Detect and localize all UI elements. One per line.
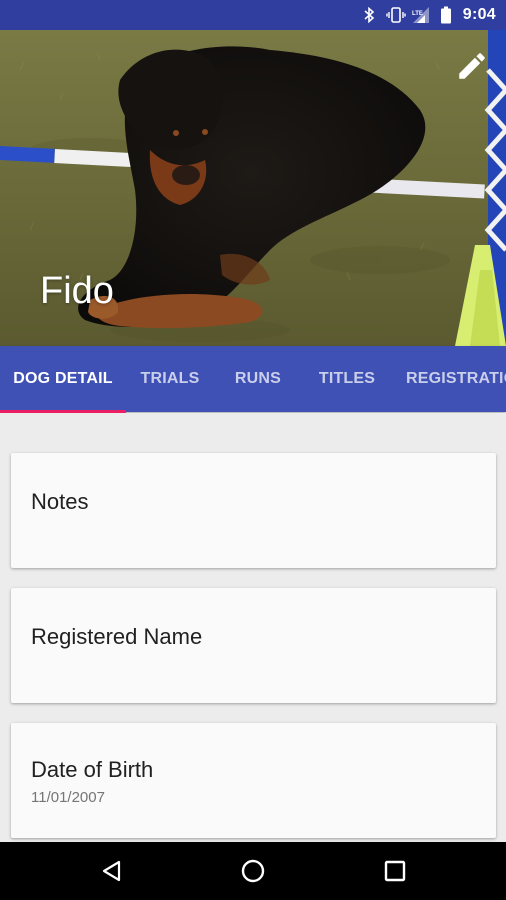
home-icon [241, 859, 265, 883]
registered-name-title: Registered Name [31, 624, 203, 649]
dog-name-title: Fido [40, 270, 114, 312]
home-button[interactable] [223, 850, 283, 892]
dog-header-image: Fido [0, 30, 506, 346]
tab-runs[interactable]: RUNS [214, 346, 302, 412]
lte-label: LTE [412, 11, 423, 17]
notes-card[interactable]: Notes [11, 453, 496, 568]
notes-title: Notes [31, 489, 89, 514]
tab-titles[interactable]: TITLES [302, 346, 392, 412]
date-of-birth-title: Date of Birth [31, 757, 154, 782]
bluetooth-icon [361, 6, 377, 24]
date-of-birth-value: 11/01/2007 [31, 789, 105, 806]
system-nav-bar [0, 842, 506, 900]
registered-name-card[interactable]: Registered Name [11, 588, 496, 703]
tab-dog-detail[interactable]: DOG DETAIL [0, 346, 126, 412]
pencil-icon [459, 53, 485, 79]
status-time: 9:04 [462, 6, 496, 23]
dog-detail-content[interactable]: Notes Registered Name Date of Birth 11/0… [0, 413, 506, 842]
back-icon [102, 860, 121, 882]
recents-button[interactable] [365, 850, 425, 892]
recents-icon [384, 860, 406, 882]
tab-bar: DOG DETAIL TRIALS RUNS TITLES REGISTRATI… [0, 346, 506, 412]
edit-button[interactable] [450, 44, 494, 88]
tab-trials[interactable]: TRIALS [126, 346, 214, 412]
status-bar: LTE 9:04 [0, 0, 506, 30]
lte-signal-icon: LTE [411, 6, 431, 24]
date-of-birth-card[interactable]: Date of Birth 11/01/2007 [11, 723, 496, 838]
back-button[interactable] [82, 850, 142, 892]
vibrate-icon [386, 6, 406, 24]
battery-icon [440, 6, 452, 24]
tab-registrations[interactable]: REGISTRATIO [392, 346, 506, 412]
